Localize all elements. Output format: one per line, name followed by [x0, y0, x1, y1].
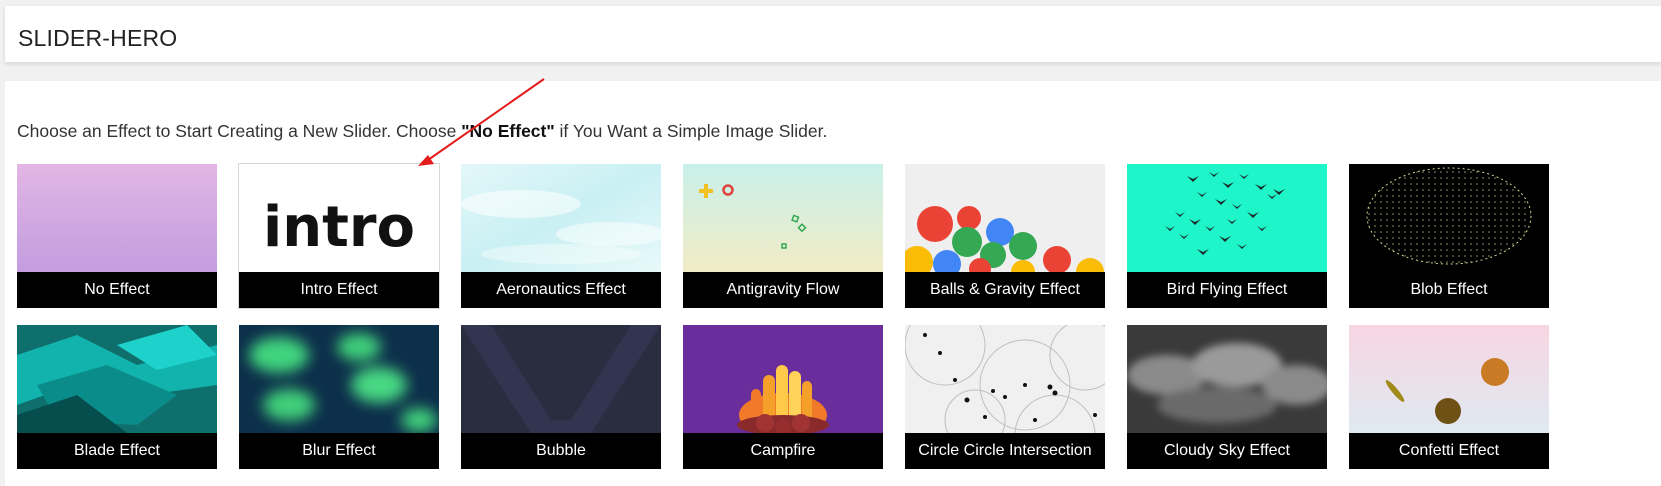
effect-label: Intro Effect [239, 272, 439, 308]
campfire-thumbnail [683, 325, 883, 433]
effect-card-bubble[interactable]: Bubble [461, 325, 661, 469]
instruction-suffix: if You Want a Simple Image Slider. [554, 121, 828, 141]
cloudy-sky-thumbnail [1127, 325, 1327, 433]
aeronautics-thumbnail [461, 164, 661, 272]
effect-label: Circle Circle Intersection [905, 433, 1105, 469]
blade-thumbnail [17, 325, 217, 433]
page-header: SLIDER-HERO [5, 6, 1661, 62]
blob-thumbnail [1349, 164, 1549, 272]
effect-card-antigravity-flow[interactable]: Antigravity Flow [683, 164, 883, 308]
effect-card-confetti-effect[interactable]: Confetti Effect [1349, 325, 1549, 469]
bubble-thumbnail [461, 325, 661, 433]
circle-intersection-thumbnail [905, 325, 1105, 433]
effect-card-balls-gravity-effect[interactable]: Balls & Gravity Effect [905, 164, 1105, 308]
effect-label: Blob Effect [1349, 272, 1549, 308]
effect-label: Aeronautics Effect [461, 272, 661, 308]
effect-label: Blade Effect [17, 433, 217, 469]
effect-card-bird-flying-effect[interactable]: Bird Flying Effect [1127, 164, 1327, 308]
instruction-text: Choose an Effect to Start Creating a New… [17, 121, 827, 142]
effect-card-no-effect[interactable]: No Effect [17, 164, 217, 308]
effect-card-campfire[interactable]: Campfire [683, 325, 883, 469]
intro-logo-text: intro [263, 195, 415, 260]
effect-label: Cloudy Sky Effect [1127, 433, 1327, 469]
effect-card-blur-effect[interactable]: Blur Effect [239, 325, 439, 469]
effect-card-aeronautics-effect[interactable]: Aeronautics Effect [461, 164, 661, 308]
effect-card-circle-circle-intersection[interactable]: Circle Circle Intersection [905, 325, 1105, 469]
effect-label: Campfire [683, 433, 883, 469]
blur-thumbnail [239, 325, 439, 433]
effect-label: Bird Flying Effect [1127, 272, 1327, 308]
effect-card-blade-effect[interactable]: Blade Effect [17, 325, 217, 469]
intro-effect-thumbnail: intro [239, 164, 439, 272]
effects-grid: No Effect intro Intro Effect Aeronautics… [17, 163, 1549, 469]
effect-label: No Effect [17, 272, 217, 308]
effect-label: Bubble [461, 433, 661, 469]
instruction-prefix: Choose an Effect to Start Creating a New… [17, 121, 462, 141]
page-title: SLIDER-HERO [18, 25, 178, 51]
antigravity-thumbnail [683, 164, 883, 272]
balls-gravity-thumbnail [905, 164, 1105, 272]
effect-label: Balls & Gravity Effect [905, 272, 1105, 308]
effect-card-blob-effect[interactable]: Blob Effect [1349, 164, 1549, 308]
effect-card-cloudy-sky-effect[interactable]: Cloudy Sky Effect [1127, 325, 1327, 469]
effect-label: Blur Effect [239, 433, 439, 469]
effect-label: Confetti Effect [1349, 433, 1549, 469]
instruction-quote-close: " [546, 121, 555, 141]
bird-flying-thumbnail [1127, 164, 1327, 272]
confetti-thumbnail [1349, 325, 1549, 433]
no-effect-thumbnail [17, 164, 217, 272]
instruction-emphasis: No Effect [469, 121, 547, 141]
effects-panel: Choose an Effect to Start Creating a New… [5, 81, 1661, 486]
effect-label: Antigravity Flow [683, 272, 883, 308]
instruction-quote-open: " [461, 121, 470, 141]
effect-card-intro-effect[interactable]: intro Intro Effect [238, 163, 440, 309]
